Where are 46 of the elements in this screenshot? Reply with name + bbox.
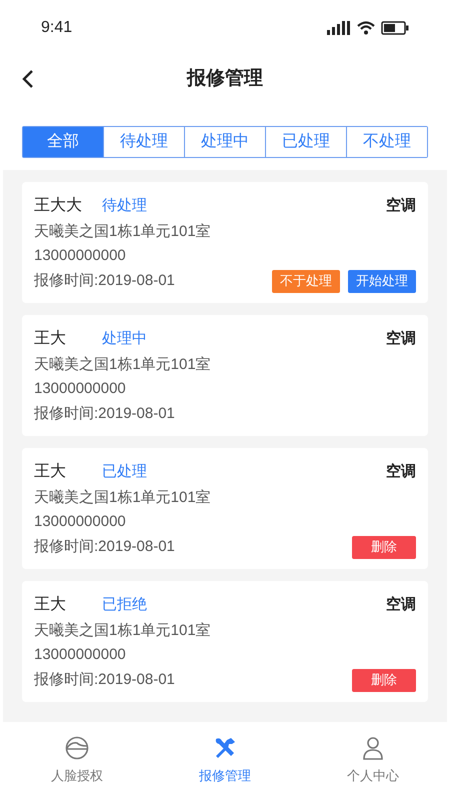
- report-time: 报修时间:2019-08-01: [34, 670, 175, 690]
- nav-tab[interactable]: 人脸授权: [3, 722, 151, 800]
- wifi-icon: [357, 20, 375, 34]
- person-icon: [361, 736, 385, 760]
- address-text: 天曦美之国1栋1单元101室: [34, 222, 212, 242]
- customer-name: 王大: [34, 328, 67, 349]
- customer-name: 王大大: [34, 196, 83, 216]
- back-icon: [22, 69, 34, 89]
- repair-category: 空调: [386, 328, 416, 349]
- battery-icon: [381, 20, 409, 34]
- phone-number: 13000000000: [34, 512, 127, 532]
- customer-name: 王大: [34, 594, 67, 615]
- delete-button[interactable]: 删除: [352, 668, 416, 692]
- order-status: 已处理: [102, 462, 147, 482]
- repair-category: 空调: [386, 196, 416, 216]
- filter-tab[interactable]: 不处理: [346, 127, 427, 157]
- order-status: 处理中: [102, 328, 147, 349]
- phone-number: 13000000000: [34, 379, 127, 399]
- repair-category: 空调: [386, 462, 416, 482]
- order-card[interactable]: 王大大 待处理 空调 天曦美之国1栋1单元101室 13000000000 报修时间:2019-08-01 不于处理 开始处理: [22, 182, 428, 303]
- tools-icon: [213, 736, 237, 760]
- report-time: 报修时间:2019-08-01: [34, 270, 175, 291]
- phone-number: 13000000000: [34, 246, 127, 266]
- repair-category: 空调: [386, 594, 416, 615]
- address-text: 天曦美之国1栋1单元101室: [34, 488, 212, 508]
- report-time: 报修时间:2019-08-01: [34, 404, 175, 424]
- page-title: 报修管理: [187, 66, 263, 91]
- face-icon: [65, 736, 89, 760]
- signal-icon: [327, 20, 351, 34]
- phone-number: 13000000000: [34, 645, 127, 665]
- order-card[interactable]: 王大 处理中 空调 天曦美之国1栋1单元101室 13000000000 报修时间:2019-08-01: [22, 315, 428, 436]
- start-button[interactable]: 开始处理: [348, 270, 416, 292]
- reject-button[interactable]: 不于处理: [272, 270, 340, 292]
- order-card[interactable]: 王大 已处理 空调 天曦美之国1栋1单元101室 13000000000 报修时间:2019-08-01 删除: [22, 448, 428, 569]
- customer-name: 王大: [34, 462, 67, 482]
- order-status: 待处理: [102, 196, 147, 216]
- order-card[interactable]: 王大 已拒绝 空调 天曦美之国1栋1单元101室 13000000000 报修时间:2019-08-01 删除: [22, 581, 428, 702]
- nav-tab[interactable]: 报修管理: [151, 722, 299, 800]
- address-text: 天曦美之国1栋1单元101室: [34, 621, 212, 641]
- order-status: 已拒绝: [102, 594, 147, 615]
- filter-tab[interactable]: 全部: [23, 127, 103, 157]
- report-time: 报修时间:2019-08-01: [34, 536, 175, 557]
- address-text: 天曦美之国1栋1单元101室: [34, 355, 212, 375]
- status-time: 9:41: [41, 18, 72, 38]
- delete-button[interactable]: 删除: [352, 536, 416, 558]
- nav-tab[interactable]: 个人中心: [299, 722, 447, 800]
